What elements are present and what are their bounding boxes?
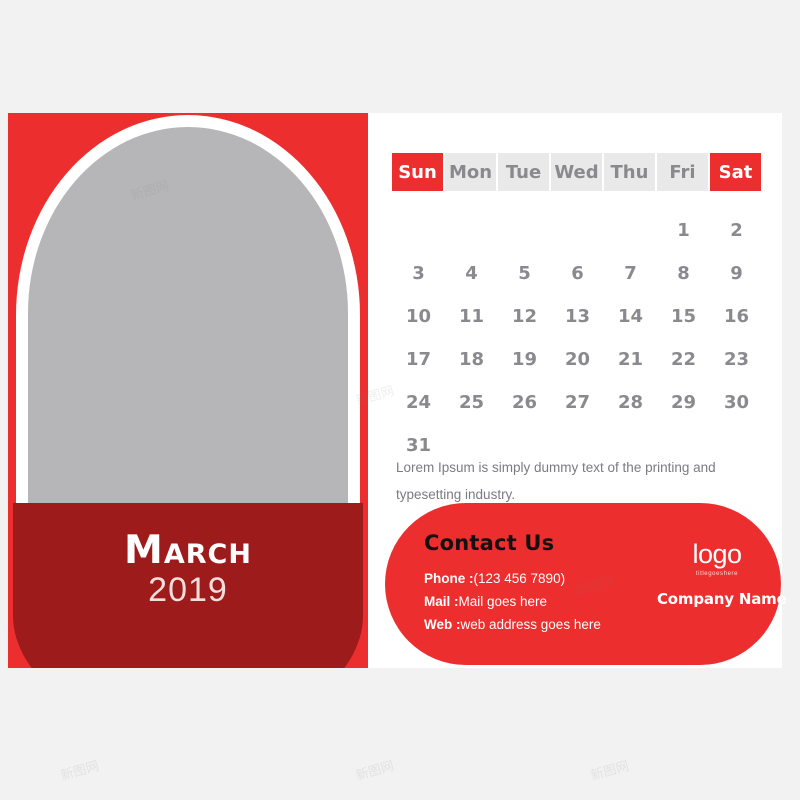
day-cell-empty: [498, 209, 551, 252]
day-cell-16[interactable]: 16: [710, 295, 763, 338]
cover-panel: MARCH 2019: [8, 113, 368, 668]
day-cell-6[interactable]: 6: [551, 252, 604, 295]
contact-value: (123 456 7890): [473, 571, 566, 586]
calendar-note: Lorem Ipsum is simply dummy text of the …: [396, 460, 716, 502]
day-cell-21[interactable]: 21: [604, 338, 657, 381]
day-cell-23[interactable]: 23: [710, 338, 763, 381]
month-year: 2019: [148, 571, 228, 609]
weekday-header-sat: Sat: [710, 153, 761, 191]
contact-value: Mail goes here: [458, 594, 548, 610]
contact-label: Phone :: [424, 571, 474, 586]
watermark-1: 新图网: [354, 758, 396, 785]
day-number-grid: 1 2 3 4 5 6 7 8 9 10 11 12 13 14 15 16 17 18 19 20 21 22 23 24 2…: [392, 209, 764, 467]
day-cell-7[interactable]: 7: [604, 252, 657, 295]
logo-wordmark: logo: [692, 539, 742, 569]
day-cell-24[interactable]: 24: [392, 381, 445, 424]
contact-line-mail: Mail :Mail goes here: [424, 590, 654, 613]
day-cell-18[interactable]: 18: [445, 338, 498, 381]
day-cell-4[interactable]: 4: [445, 252, 498, 295]
day-cell-5[interactable]: 5: [498, 252, 551, 295]
day-cell-9[interactable]: 9: [710, 252, 763, 295]
day-cell-27[interactable]: 27: [551, 381, 604, 424]
contact-details: Contact Us Phone :(123 456 7890) Mail :Ma…: [424, 531, 654, 637]
day-cell-11[interactable]: 11: [445, 295, 498, 338]
watermark-2: 新图网: [589, 758, 631, 785]
day-cell-30[interactable]: 30: [710, 381, 763, 424]
day-cell-22[interactable]: 22: [657, 338, 710, 381]
day-cell-empty: [551, 209, 604, 252]
day-cell-2[interactable]: 2: [710, 209, 763, 252]
weekday-header-wed: Wed: [551, 153, 602, 191]
contact-label: Mail :: [424, 594, 459, 610]
day-cell-13[interactable]: 13: [551, 295, 604, 338]
weekday-header-row: Sun Mon Tue Wed Thu Fri Sat: [392, 153, 764, 191]
day-cell-28[interactable]: 28: [604, 381, 657, 424]
calendar-panel: Sun Mon Tue Wed Thu Fri Sat 1 2 3 4 5 6 7 8 9 10 11 12 13 1…: [368, 113, 787, 668]
day-cell-14[interactable]: 14: [604, 295, 657, 338]
day-cell-17[interactable]: 17: [392, 338, 445, 381]
day-cell-8[interactable]: 8: [657, 252, 710, 295]
day-cell-empty: [392, 209, 445, 252]
calendar-page: MARCH 2019 Sun Mon Tue Wed Thu Fri Sat 1234567…: [0, 0, 800, 800]
day-cell-1[interactable]: 1: [657, 209, 710, 252]
contact-title: Contact Us: [424, 531, 555, 555]
weekday-header-tue: Tue: [498, 153, 549, 191]
contact-value: web address goes here: [460, 617, 601, 633]
contact-card: Contact Us Phone :(123 456 7890) Mail :Ma…: [385, 503, 787, 665]
day-cell-25[interactable]: 25: [445, 381, 498, 424]
logo-subtitle: titlegoeshere: [695, 571, 739, 577]
company-block: logo titlegoeshere Company Name: [657, 539, 787, 609]
company-name: Company Name: [657, 590, 787, 608]
day-cell-12[interactable]: 12: [498, 295, 551, 338]
contact-label: Web :: [424, 617, 461, 633]
day-cell-3[interactable]: 3: [392, 252, 445, 295]
contact-line-web: Web :web address goes here: [424, 613, 654, 636]
day-cell-empty: [604, 209, 657, 252]
month-title-group: MARCH 2019: [8, 531, 368, 609]
day-cell-10[interactable]: 10: [392, 295, 445, 338]
month-name: MARCH: [124, 528, 252, 573]
day-cell-15[interactable]: 15: [657, 295, 710, 338]
day-cell-29[interactable]: 29: [657, 381, 710, 424]
weekday-header-thu: Thu: [604, 153, 655, 191]
weekday-header-mon: Mon: [445, 153, 496, 191]
watermark-0: 新图网: [59, 758, 101, 785]
day-cell-19[interactable]: 19: [498, 338, 551, 381]
contact-line-phone: Phone :(123 456 7890): [424, 567, 654, 590]
day-cell-26[interactable]: 26: [498, 381, 551, 424]
contact-line-list: Phone :(123 456 7890) Mail :Mail goes her…: [424, 567, 654, 637]
weekday-header-fri: Fri: [657, 153, 708, 191]
weekday-header-sun: Sun: [392, 153, 443, 191]
day-cell-20[interactable]: 20: [551, 338, 604, 381]
day-cell-empty: [445, 209, 498, 252]
